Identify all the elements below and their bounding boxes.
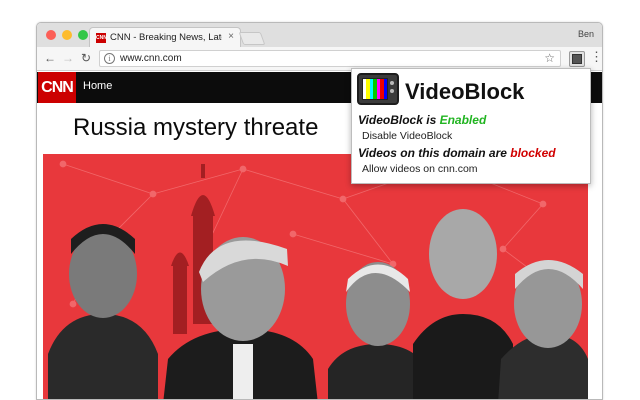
back-button[interactable]: ← xyxy=(44,51,56,65)
videoblock-popup: VideoBlock VideoBlock is Enabled Disable… xyxy=(351,68,591,184)
url-text[interactable]: www.cnn.com xyxy=(120,53,182,64)
bookmark-star-icon[interactable]: ☆ xyxy=(544,51,555,65)
site-info-icon[interactable]: i xyxy=(104,53,115,64)
cnn-logo[interactable]: CNN xyxy=(38,72,76,103)
tab-close-icon[interactable]: × xyxy=(228,31,234,42)
minimize-window-button[interactable] xyxy=(62,30,72,40)
hero-illustration xyxy=(48,160,588,399)
popup-title: VideoBlock xyxy=(405,79,525,104)
domain-blocked-value: blocked xyxy=(510,146,556,160)
allow-videos-button[interactable]: Allow videos on cnn.com xyxy=(362,163,478,175)
status-prefix: VideoBlock is xyxy=(358,113,440,127)
tv-icon xyxy=(572,54,582,64)
forward-button[interactable]: → xyxy=(62,51,74,65)
article-headline[interactable]: Russia mystery threate xyxy=(73,114,318,142)
profile-name[interactable]: Ben xyxy=(578,29,594,39)
status-enabled-value: Enabled xyxy=(439,113,487,127)
reload-button[interactable]: ↻ xyxy=(81,51,91,65)
title-bar: CNN CNN - Breaking News, Latest N × Ben xyxy=(37,23,602,47)
article-hero-image[interactable] xyxy=(43,154,588,399)
browser-menu-icon[interactable]: ⋮ xyxy=(590,50,602,64)
maximize-window-button[interactable] xyxy=(78,30,88,40)
disable-videoblock-button[interactable]: Disable VideoBlock xyxy=(362,130,452,142)
browser-tab[interactable]: CNN CNN - Breaking News, Latest N × xyxy=(89,27,241,47)
domain-status: Videos on this domain are blocked xyxy=(358,146,556,160)
tv-logo-icon xyxy=(357,73,399,105)
address-bar[interactable]: i www.cnn.com ☆ xyxy=(99,50,561,67)
videoblock-extension-button[interactable] xyxy=(569,51,585,67)
cnn-favicon-icon: CNN xyxy=(96,33,107,43)
nav-home-link[interactable]: Home xyxy=(83,80,112,92)
tab-title: CNN - Breaking News, Latest N xyxy=(110,32,222,43)
close-window-button[interactable] xyxy=(46,30,56,40)
domain-prefix: Videos on this domain are xyxy=(358,146,511,160)
extension-status: VideoBlock is Enabled xyxy=(358,113,486,127)
new-tab-button[interactable] xyxy=(238,32,266,45)
